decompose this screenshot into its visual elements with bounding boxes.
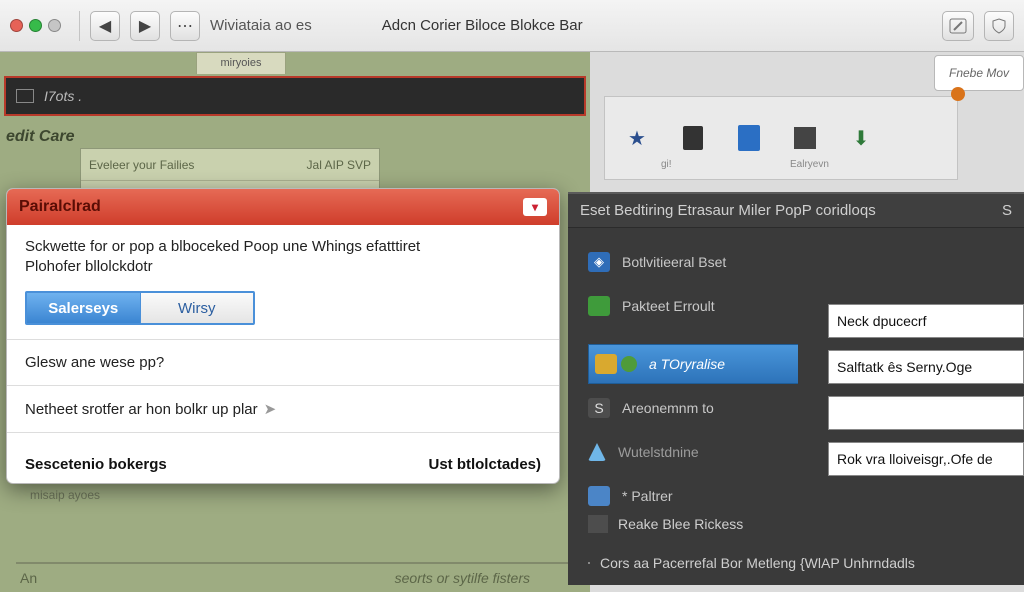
background-tab[interactable]: miryoies <box>196 52 286 74</box>
box-icon[interactable] <box>791 125 819 151</box>
list-item[interactable]: misaip ayoes <box>30 482 120 508</box>
shield-toolbar-icon[interactable] <box>984 11 1014 41</box>
nav-forward-button[interactable]: ▶ <box>130 11 160 41</box>
dialog-footer-right[interactable]: Ust btlolctades) <box>428 456 541 473</box>
segmented-control: Salerseys Wirsy <box>25 291 255 325</box>
chevron-down-icon[interactable]: ▾ <box>523 198 547 216</box>
settings-window: Eset Bedtiring Etrasaur Miler PopP corid… <box>568 192 1024 585</box>
footer-label-right: seorts or sytilfe fisters <box>395 570 530 586</box>
settings-item[interactable]: ◈ Botlvitieeral Bset <box>588 242 1004 282</box>
badge-icon <box>595 354 617 374</box>
download-icon[interactable]: ⬇ <box>847 125 875 151</box>
tab-label-2[interactable]: Adcn Corier Biloce Blokce Bar <box>382 17 583 34</box>
footer-label-left: An <box>20 570 37 586</box>
card-icon <box>588 515 608 533</box>
overflow-button[interactable]: Fnebe Mov <box>934 55 1024 91</box>
dialog-description: Sckwette for or pop a blboceked Poop une… <box>25 237 541 277</box>
dot-icon <box>621 356 637 372</box>
dialog-title: Pairalclrad <box>19 198 101 216</box>
notebook-icon[interactable] <box>679 125 707 151</box>
browser-toolbar: ◀ ▶ ⋯ Wiviataia ao es Adcn Corier Biloce… <box>0 0 1024 52</box>
bookmark-icon-strip: ★ gi! Ealryevn ⬇ <box>604 96 958 180</box>
close-icon[interactable] <box>951 87 965 101</box>
tab-label-1[interactable]: Wiviataia ao es <box>210 17 312 34</box>
settings-title: Eset Bedtiring Etrasaur Miler PopP corid… <box>580 202 876 219</box>
address-bar[interactable]: I7ots . <box>4 76 586 116</box>
section-heading: edit Care <box>6 128 74 146</box>
settings-input[interactable]: Rok vra lloiveisgr,.Ofe de <box>828 442 1024 476</box>
zoom-window-icon[interactable] <box>48 19 61 32</box>
nav-back-button[interactable]: ◀ <box>90 11 120 41</box>
divider <box>7 339 559 340</box>
dialog-option-row[interactable]: Glesw ane wese pp? <box>25 354 541 371</box>
divider <box>79 11 80 41</box>
page-icon[interactable] <box>735 125 763 151</box>
globe-icon: ◈ <box>588 252 610 272</box>
minimize-window-icon[interactable] <box>29 19 42 32</box>
refresh-button[interactable]: ⋯ <box>170 11 200 41</box>
settings-input[interactable]: Salftatk ês Serny.Oge <box>828 350 1024 384</box>
glass-icon <box>588 443 606 461</box>
window-controls <box>10 19 61 32</box>
settings-corner-label: S <box>1002 202 1012 219</box>
icon-caption: Ealryevn <box>790 159 829 170</box>
settings-item-selected[interactable]: a TOryralise <box>588 344 798 384</box>
letter-icon: S <box>588 398 610 418</box>
grid-icon <box>588 562 590 564</box>
dialog-option-row[interactable]: Netheet srotfer ar hon bolkr up plar ➤ <box>25 400 541 418</box>
popup-blocker-dialog: Pairalclrad ▾ Sckwette for or pop a blbo… <box>6 188 560 484</box>
edit-toolbar-icon[interactable] <box>942 11 974 41</box>
star-icon[interactable]: ★ <box>623 125 651 151</box>
dialog-footer-left[interactable]: Sescetenio bokergs <box>25 456 167 473</box>
settings-fields: Neck dpucecrf Salftatk ês Serny.Oge Rok … <box>828 304 1024 476</box>
arrow-right-icon: ➤ <box>264 400 277 418</box>
settings-item[interactable]: Reake Blee Rickess <box>588 515 743 533</box>
divider <box>7 385 559 386</box>
settings-input[interactable] <box>828 396 1024 430</box>
close-window-icon[interactable] <box>10 19 23 32</box>
divider <box>7 432 559 433</box>
footer-divider <box>16 562 574 564</box>
bookmark-icon <box>588 486 610 506</box>
panel-row[interactable]: Eveleer your Failies Jal AIP SVP <box>81 149 379 181</box>
settings-input[interactable]: Neck dpucecrf <box>828 304 1024 338</box>
segment-off[interactable]: Wirsy <box>140 293 254 323</box>
segment-on[interactable]: Salerseys <box>27 293 140 323</box>
icon-caption: gi! <box>661 159 672 170</box>
site-identity-icon <box>16 89 34 103</box>
dialog-titlebar: Pairalclrad ▾ <box>7 189 559 225</box>
settings-titlebar: Eset Bedtiring Etrasaur Miler PopP corid… <box>568 194 1024 228</box>
address-bar-text: I7ots . <box>44 88 82 104</box>
settings-item[interactable]: * Paltrer <box>588 476 1004 516</box>
square-icon <box>588 296 610 316</box>
settings-footer-item[interactable]: Cors aa Pacerrefal Bor Metleng {WlAP Unh… <box>588 555 915 571</box>
